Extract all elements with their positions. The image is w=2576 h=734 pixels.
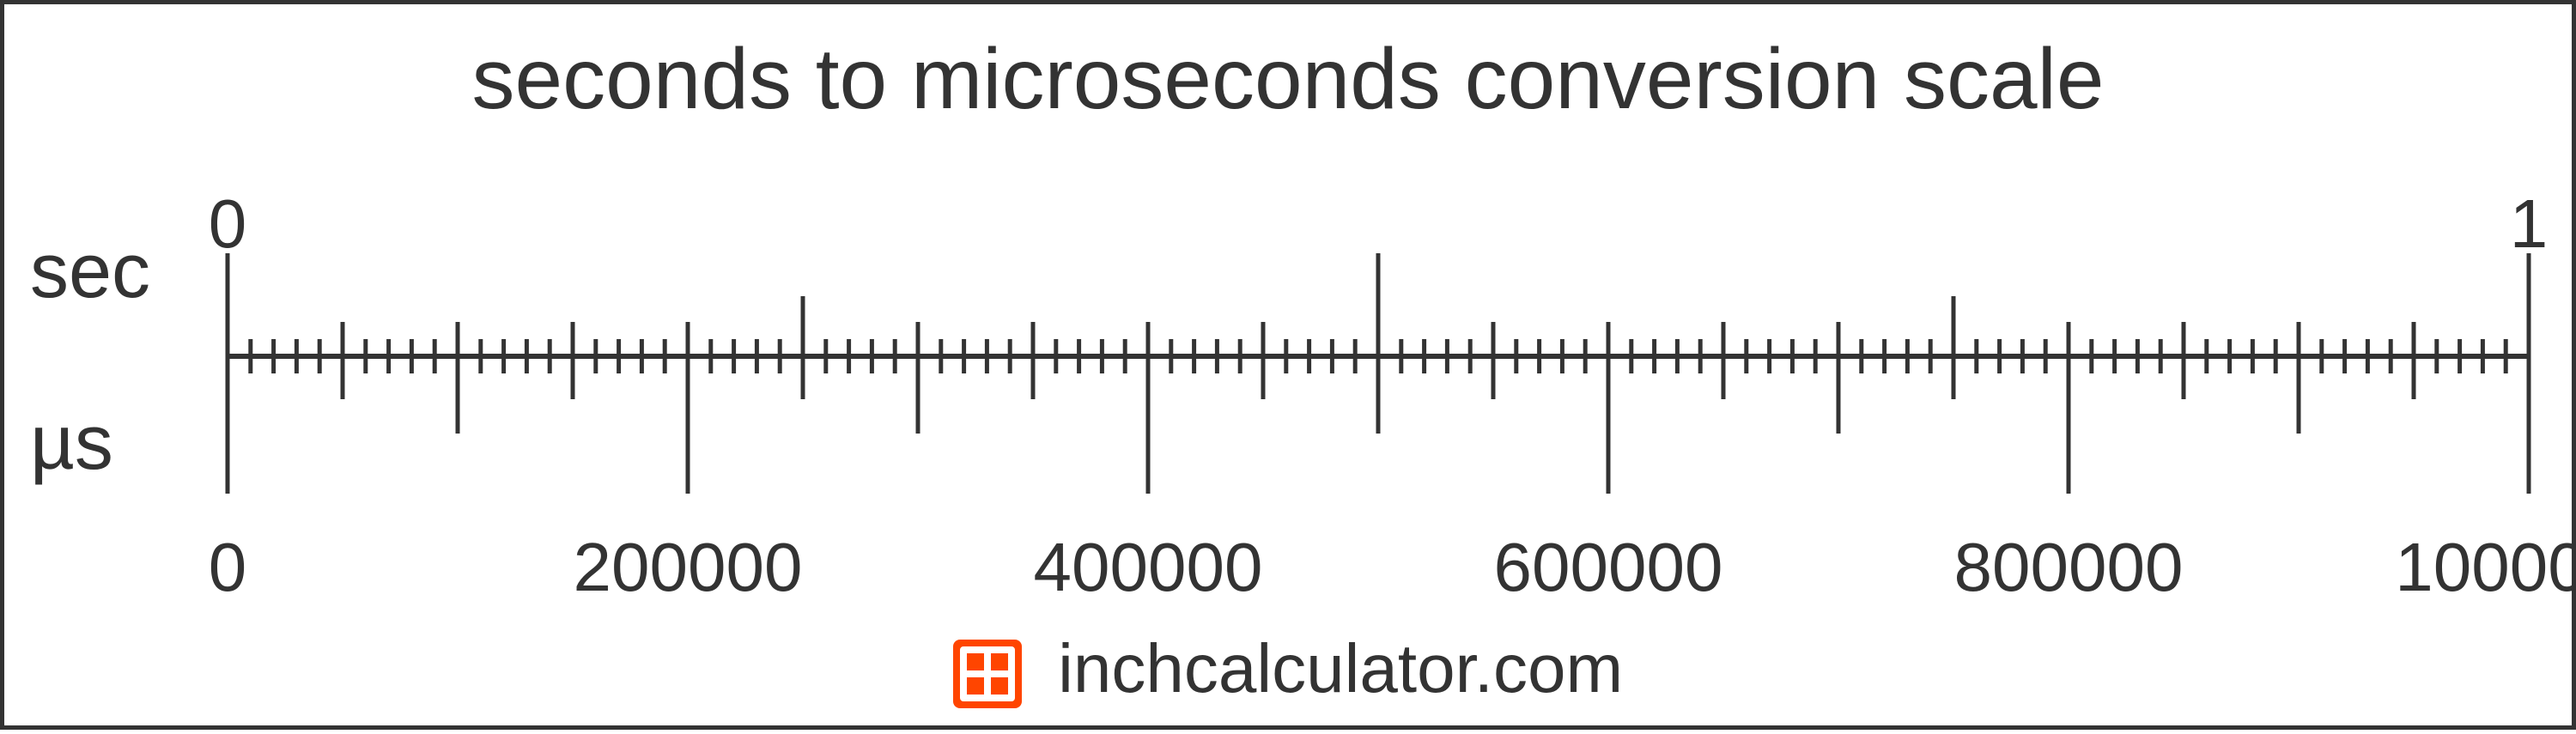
conversion-scale-card: seconds to microseconds conversion scale… xyxy=(0,0,2576,730)
bottom-tick-label: 600000 xyxy=(1494,528,1723,607)
calculator-icon xyxy=(953,640,1022,708)
bottom-tick-label: 400000 xyxy=(1034,528,1263,607)
bottom-tick-label: 1000000 xyxy=(2395,528,2576,607)
top-tick-label: 0 xyxy=(209,185,247,264)
footer-text: inchcalculator.com xyxy=(1058,630,1623,707)
bottom-tick-label: 800000 xyxy=(1954,528,2184,607)
top-tick-label: 1 xyxy=(2510,185,2549,264)
footer: inchcalculator.com xyxy=(4,629,2572,708)
bottom-tick-label: 200000 xyxy=(574,528,803,607)
scale-ruler xyxy=(4,4,2576,734)
bottom-tick-label: 0 xyxy=(209,528,247,607)
